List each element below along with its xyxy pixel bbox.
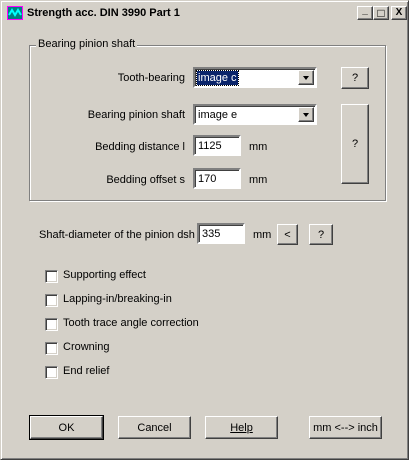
ok-button[interactable]: OK — [29, 415, 104, 440]
tooth-bearing-label: Tooth-bearing — [117, 72, 185, 84]
bearing-pinion-shaft-select[interactable]: image e — [193, 104, 317, 125]
end-relief-checkbox[interactable] — [45, 366, 58, 379]
tooth-trace-label[interactable]: Tooth trace angle correction — [63, 317, 199, 329]
shaft-back-button[interactable]: < — [277, 224, 298, 245]
help-label: ? — [351, 72, 359, 84]
cancel-label: Cancel — [137, 421, 172, 434]
maximize-button[interactable]: □ — [373, 6, 389, 20]
crowning-checkbox[interactable] — [45, 342, 58, 355]
minimize-icon: _ — [362, 5, 368, 16]
supporting-effect-label[interactable]: Supporting effect — [63, 269, 146, 281]
ok-label: OK — [58, 421, 75, 434]
close-button[interactable]: X — [391, 6, 407, 20]
bearing-pinion-shaft-value: image e — [198, 109, 238, 121]
units-toggle-button[interactable]: mm <--> inch — [309, 416, 382, 439]
help-button-label: Help — [230, 421, 253, 434]
minimize-button[interactable]: _ — [357, 6, 373, 20]
chevron-left-icon: < — [284, 228, 291, 241]
maximize-icon: □ — [377, 6, 385, 20]
window-title: Strength acc. DIN 3990 Part 1 — [27, 7, 180, 19]
supporting-effect-checkbox[interactable] — [45, 270, 58, 283]
cancel-button[interactable]: Cancel — [118, 416, 191, 439]
help-label: ? — [351, 138, 359, 150]
crowning-label[interactable]: Crowning — [63, 341, 109, 353]
bedding-offset-input[interactable]: 170 — [193, 168, 241, 189]
title-bar[interactable]: Strength acc. DIN 3990 Part 1 — [4, 4, 407, 22]
tooth-bearing-help-button[interactable]: ? — [341, 67, 369, 89]
bearing-group-label: Bearing pinion shaft — [36, 38, 138, 50]
help-button[interactable]: Help — [205, 416, 278, 439]
lapping-in-label[interactable]: Lapping-in/breaking-in — [63, 293, 172, 305]
lapping-in-checkbox[interactable] — [45, 294, 58, 307]
bedding-offset-label: Bedding offset s — [106, 174, 185, 186]
end-relief-label[interactable]: End relief — [63, 365, 109, 377]
bedding-distance-input[interactable]: 1125 — [193, 135, 241, 156]
help-label: ? — [317, 228, 325, 241]
dialog-window: Strength acc. DIN 3990 Part 1 _ □ X Bear… — [0, 0, 409, 460]
shaft-diameter-label: Shaft-diameter of the pinion dsh — [39, 229, 195, 241]
close-icon: X — [395, 7, 403, 18]
bearing-pinion-shaft-label: Bearing pinion shaft — [87, 109, 185, 121]
chevron-down-icon[interactable] — [298, 107, 314, 122]
tooth-bearing-select[interactable]: image c — [193, 67, 317, 88]
shaft-diameter-unit: mm — [253, 229, 272, 241]
units-toggle-label: mm <--> inch — [313, 421, 378, 434]
bedding-distance-unit: mm — [249, 141, 268, 153]
bearing-help-button[interactable]: ? — [341, 104, 369, 184]
tooth-bearing-value: image c — [196, 70, 239, 86]
tooth-trace-checkbox[interactable] — [45, 318, 58, 331]
shaft-diameter-input[interactable]: 335 — [197, 223, 245, 244]
bedding-distance-label: Bedding distance l — [95, 141, 185, 153]
bedding-offset-unit: mm — [249, 174, 268, 186]
chevron-down-icon[interactable] — [298, 70, 314, 85]
shaft-help-button[interactable]: ? — [309, 224, 333, 245]
app-icon — [7, 6, 23, 20]
